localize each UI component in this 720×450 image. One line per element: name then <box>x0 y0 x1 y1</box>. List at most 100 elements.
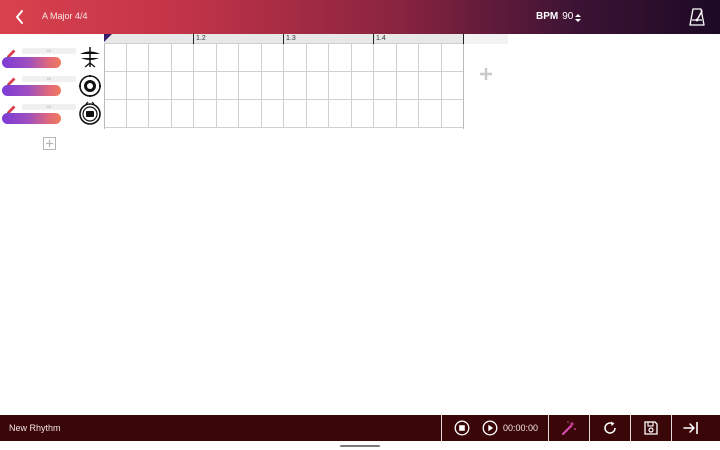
step-cell[interactable] <box>261 72 284 100</box>
step-cell[interactable] <box>419 72 442 100</box>
ruler-label: 1.2 <box>196 35 206 42</box>
top-header: A Major 4/4 BPM 90 <box>0 0 720 34</box>
timeline-ruler[interactable]: 1.2 1.3 1.4 <box>104 34 464 44</box>
step-grid <box>104 44 464 129</box>
pencil-icon[interactable] <box>6 46 17 58</box>
loop-icon[interactable] <box>602 420 618 436</box>
step-cell[interactable] <box>351 44 374 72</box>
magic-wand-icon[interactable] <box>561 420 577 436</box>
step-cell[interactable] <box>194 44 217 72</box>
snare-drum-icon[interactable] <box>78 73 102 98</box>
step-cell[interactable] <box>239 100 262 128</box>
rhythm-name[interactable]: New Rhythm <box>9 423 61 433</box>
add-track-icon[interactable] <box>43 137 56 150</box>
add-bar-icon[interactable] <box>478 66 494 82</box>
ruler-extension <box>464 34 508 44</box>
step-cell[interactable] <box>441 72 464 100</box>
bpm-label: BPM <box>536 11 559 22</box>
step-cell[interactable] <box>194 72 217 100</box>
step-cell[interactable] <box>374 72 397 100</box>
step-cell[interactable] <box>194 100 217 128</box>
step-cell[interactable] <box>171 72 194 100</box>
step-cell[interactable] <box>441 44 464 72</box>
step-cell[interactable] <box>441 100 464 128</box>
track-row: · 68 · <box>0 72 104 100</box>
toolbar-divider <box>671 415 672 441</box>
ruler-mark <box>193 34 194 44</box>
volume-bar[interactable] <box>2 113 61 124</box>
step-cell[interactable] <box>149 44 172 72</box>
step-cell[interactable] <box>306 100 329 128</box>
step-cell[interactable] <box>216 72 239 100</box>
step-cell[interactable] <box>419 100 442 128</box>
chevron-left-icon[interactable] <box>10 7 30 27</box>
step-cell[interactable] <box>284 72 307 100</box>
step-cell[interactable] <box>396 72 419 100</box>
ruler-label: 1.3 <box>286 35 296 42</box>
volume-bar[interactable] <box>2 85 61 96</box>
bpm-stepper-icon[interactable] <box>574 11 582 23</box>
pencil-icon[interactable] <box>6 102 17 114</box>
pencil-icon[interactable] <box>6 74 17 86</box>
track-mini-slider[interactable]: · 68 · <box>22 104 76 110</box>
step-cell[interactable] <box>306 44 329 72</box>
step-cell[interactable] <box>419 44 442 72</box>
bottom-toolbar: New Rhythm 00:00:00 <box>0 415 720 441</box>
stop-icon[interactable] <box>454 420 470 436</box>
track-mini-slider[interactable]: · 68 · <box>22 76 76 82</box>
step-cell[interactable] <box>396 44 419 72</box>
step-cell[interactable] <box>171 44 194 72</box>
step-cell[interactable] <box>306 72 329 100</box>
hi-hat-icon[interactable] <box>78 45 102 69</box>
song-title: A Major 4/4 <box>42 11 88 21</box>
step-cell[interactable] <box>351 72 374 100</box>
step-cell[interactable] <box>239 44 262 72</box>
step-cell[interactable] <box>126 72 149 100</box>
metronome-icon[interactable] <box>688 7 706 27</box>
ruler-label: 1.4 <box>376 35 386 42</box>
play-icon[interactable] <box>482 420 498 436</box>
playback-timecode: 00:00:00 <box>503 423 539 433</box>
bass-drum-icon[interactable] <box>78 101 102 125</box>
playhead-marker[interactable] <box>104 34 112 42</box>
step-cell[interactable] <box>329 100 352 128</box>
home-indicator[interactable] <box>340 445 380 447</box>
step-cell[interactable] <box>261 100 284 128</box>
toolbar-divider <box>441 415 442 441</box>
step-cell[interactable] <box>329 72 352 100</box>
step-cell[interactable] <box>104 44 127 72</box>
step-cell[interactable] <box>396 100 419 128</box>
step-cell[interactable] <box>351 100 374 128</box>
grid-row <box>104 72 464 100</box>
bpm-value: 90 <box>562 11 574 22</box>
toolbar-divider <box>589 415 590 441</box>
grid-row <box>104 44 464 72</box>
track-row: · 68 · <box>0 100 104 128</box>
ruler-mark <box>373 34 374 44</box>
step-cell[interactable] <box>284 44 307 72</box>
step-cell[interactable] <box>149 72 172 100</box>
toolbar-divider <box>630 415 631 441</box>
volume-bar[interactable] <box>2 57 61 68</box>
step-cell[interactable] <box>284 100 307 128</box>
grid-row <box>104 100 464 128</box>
step-cell[interactable] <box>216 44 239 72</box>
step-cell[interactable] <box>171 100 194 128</box>
export-icon[interactable] <box>683 420 699 436</box>
step-cell[interactable] <box>261 44 284 72</box>
step-cell[interactable] <box>126 100 149 128</box>
step-cell[interactable] <box>329 44 352 72</box>
toolbar-divider <box>548 415 549 441</box>
step-cell[interactable] <box>149 100 172 128</box>
track-mini-slider[interactable]: · 68 · <box>22 48 76 54</box>
step-cell[interactable] <box>239 72 262 100</box>
step-cell[interactable] <box>126 44 149 72</box>
step-cell[interactable] <box>216 100 239 128</box>
track-row: · 68 · <box>0 44 104 72</box>
step-cell[interactable] <box>104 100 127 128</box>
save-icon[interactable] <box>643 420 659 436</box>
step-cell[interactable] <box>374 44 397 72</box>
step-cell[interactable] <box>374 100 397 128</box>
bpm-display[interactable]: BPM 90 <box>536 11 573 22</box>
step-cell[interactable] <box>104 72 127 100</box>
